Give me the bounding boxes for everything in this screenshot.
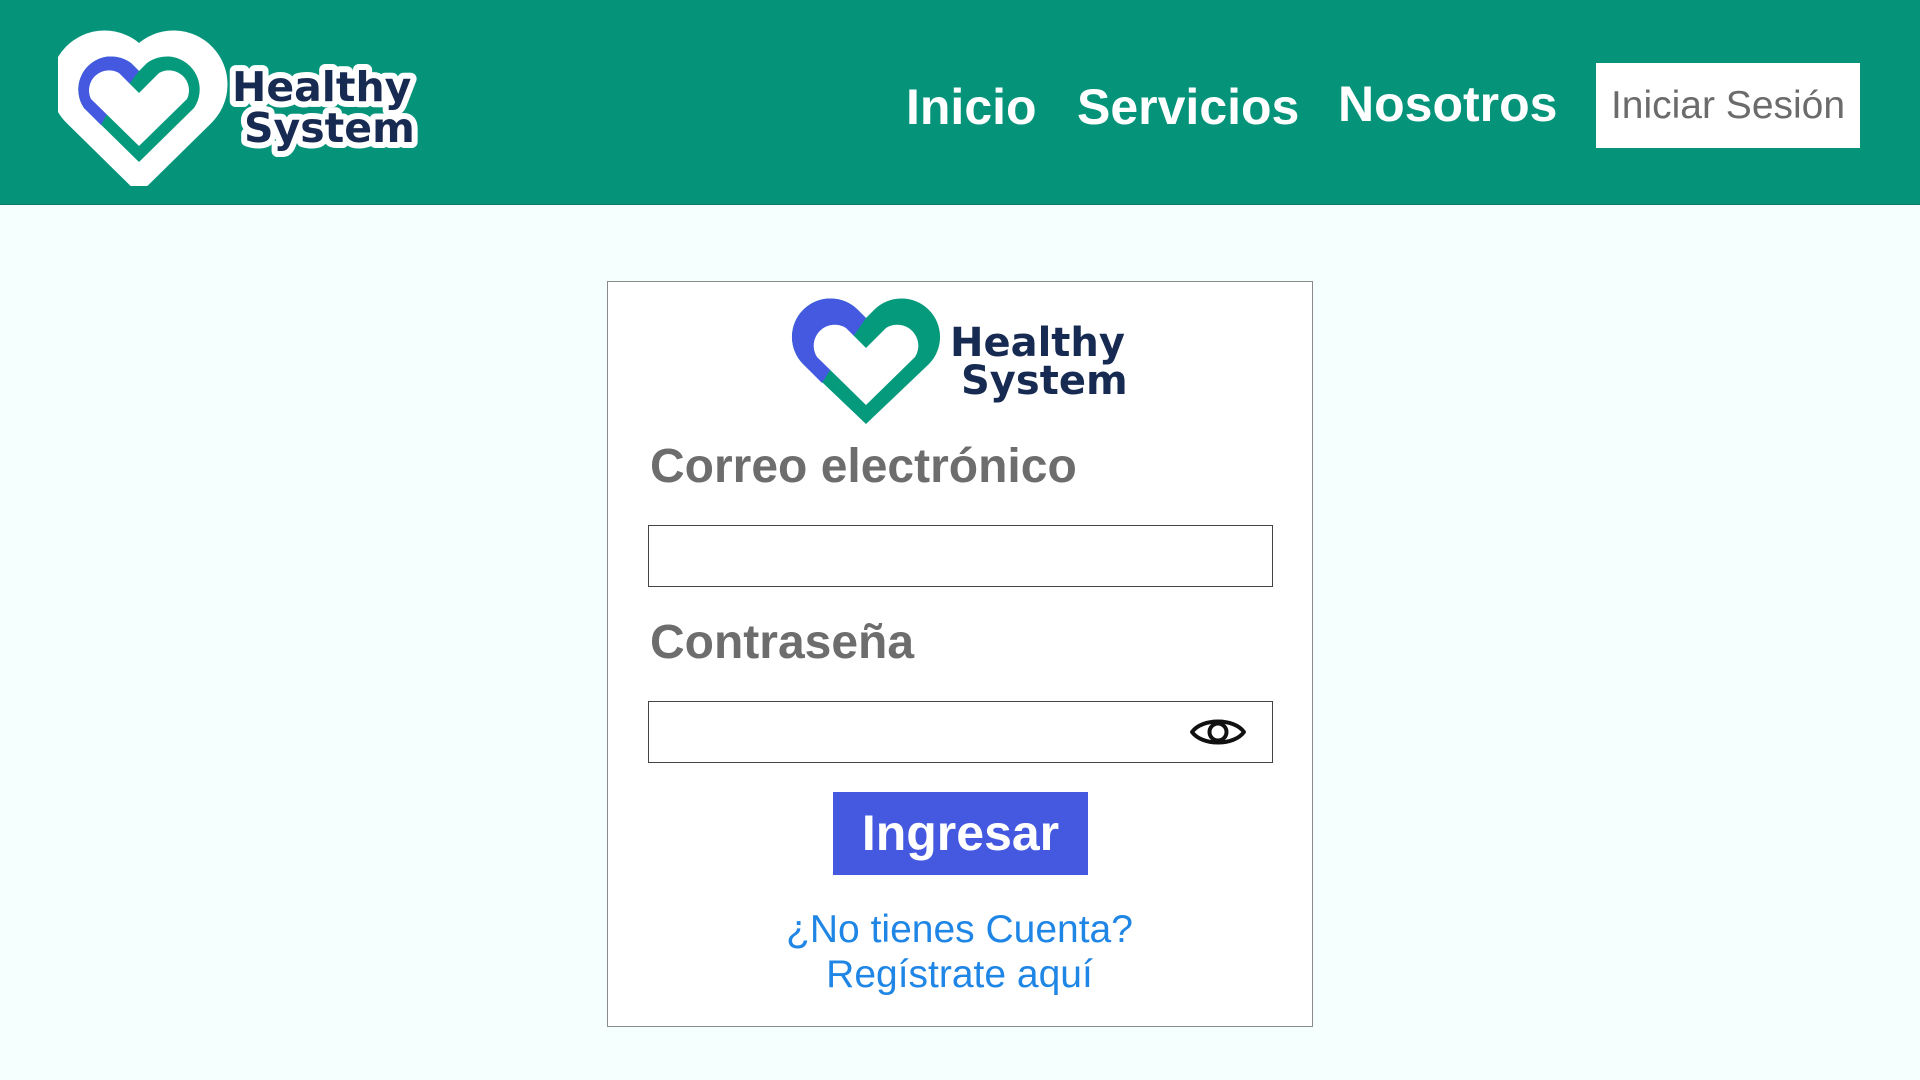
card-wordmark: Healthy System: [950, 320, 1128, 404]
nav-link-nosotros[interactable]: Nosotros: [1338, 75, 1557, 133]
password-field[interactable]: [648, 701, 1273, 763]
card-logo: Healthy System: [791, 298, 1128, 424]
register-question: ¿No tienes Cuenta?: [786, 908, 1133, 951]
login-button[interactable]: Iniciar Sesión: [1596, 63, 1860, 148]
nav-link-inicio[interactable]: Inicio: [906, 78, 1037, 136]
heart-icon: [791, 298, 941, 424]
header-logo[interactable]: Healthy System Healthy System: [58, 28, 428, 186]
email-label: Correo electrónico: [650, 440, 1077, 493]
login-card: Healthy System Correo electrónico Contra…: [607, 281, 1313, 1027]
wordmark-line2: System: [244, 104, 415, 152]
heart-icon: [58, 30, 228, 186]
nav-link-servicios[interactable]: Servicios: [1077, 78, 1299, 136]
wordmark-line2: System: [961, 358, 1128, 404]
eye-icon[interactable]: [1188, 711, 1248, 753]
submit-button[interactable]: Ingresar: [833, 792, 1088, 875]
password-label: Contraseña: [650, 616, 915, 669]
header-wordmark: Healthy System Healthy System: [226, 57, 421, 158]
register-link[interactable]: Regístrate aquí: [608, 952, 1311, 998]
email-field[interactable]: [648, 525, 1273, 587]
top-navbar: Healthy System Healthy System Inicio Ser…: [0, 0, 1920, 205]
